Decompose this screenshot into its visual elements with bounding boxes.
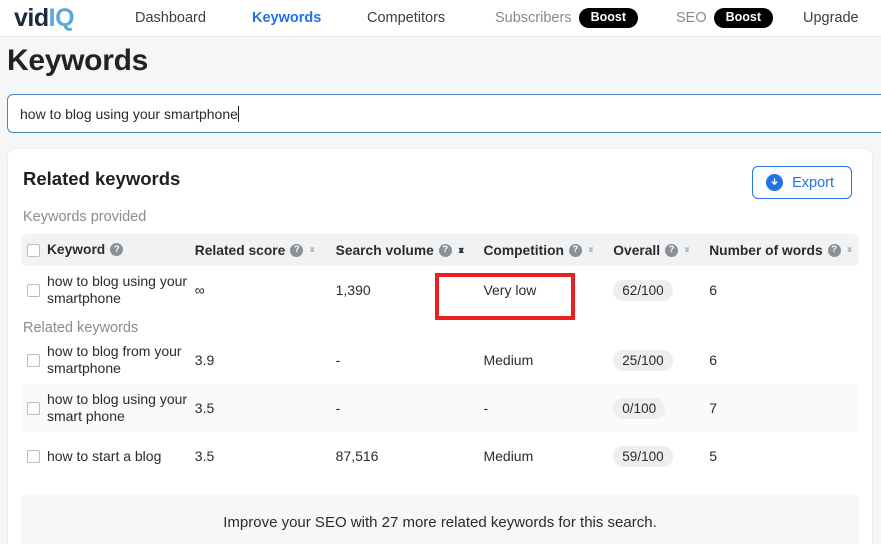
- nav-item-keywords-label: Keywords: [252, 10, 322, 26]
- cell-competition: Very low: [483, 282, 537, 298]
- overall-score-badge: 62/100: [613, 279, 673, 301]
- cell-related-score: 3.5: [194, 400, 215, 416]
- nav-item-dashboard[interactable]: Dashboard: [135, 10, 206, 26]
- cell-related-score: 3.5: [194, 448, 215, 464]
- cell-related-score: ∞: [194, 282, 205, 298]
- help-icon-keyword[interactable]: ?: [110, 243, 124, 257]
- related-keywords-card: Related keywords Export Keywords provide…: [7, 148, 873, 544]
- column-header-overall[interactable]: Overall ? ▲ ▼: [613, 243, 709, 258]
- export-button-label: Export: [792, 174, 834, 191]
- overall-score-badge: 25/100: [613, 349, 673, 371]
- export-button[interactable]: Export: [752, 166, 852, 199]
- column-header-keyword[interactable]: Keyword ?: [47, 242, 195, 259]
- nav-item-seo[interactable]: SEO Boost: [676, 7, 774, 29]
- seo-upsell-text: Improve your SEO with 27 more related ke…: [223, 513, 657, 531]
- logo-text-vid: vid: [14, 3, 49, 32]
- nav-item-seo-label: SEO: [676, 10, 707, 26]
- table-row[interactable]: how to blog from your smartphone 3.9 - M…: [21, 336, 859, 384]
- row-checkbox[interactable]: [27, 283, 41, 297]
- column-header-competition-label: Competition: [483, 242, 564, 258]
- cell-search-volume: 1,390: [335, 282, 371, 298]
- cell-search-volume: 87,516: [335, 448, 379, 464]
- help-icon-competition[interactable]: ?: [568, 243, 582, 257]
- cell-keyword: how to start a blog: [46, 447, 162, 464]
- seo-upsell-banner[interactable]: Improve your SEO with 27 more related ke…: [21, 494, 859, 544]
- row-checkbox[interactable]: [27, 401, 41, 415]
- cell-keyword: how to blog using your smartphone: [46, 273, 188, 306]
- cell-search-volume: -: [335, 352, 341, 368]
- nav-items: Dashboard Keywords Competitors Subscribe…: [96, 0, 881, 36]
- table-header-row: Keyword ? Related score ? ▲ ▼ Search volu…: [21, 234, 859, 266]
- search-input-value: how to blog using your smartphone: [20, 105, 238, 122]
- cell-related-score: 3.9: [194, 352, 215, 368]
- top-navbar: vidIQ Dashboard Keywords Competitors Sub…: [0, 0, 881, 37]
- nav-item-upgrade-label: Upgrade: [803, 10, 859, 26]
- text-caret: [237, 105, 239, 122]
- boost-badge-subscribers[interactable]: Boost: [578, 7, 638, 29]
- cell-search-volume: -: [335, 400, 341, 416]
- related-keywords-table: Keyword ? Related score ? ▲ ▼ Search volu…: [8, 234, 872, 314]
- column-header-overall-label: Overall: [613, 242, 661, 258]
- help-icon-search-volume[interactable]: ?: [438, 243, 452, 257]
- overall-score-badge: 59/100: [613, 445, 673, 467]
- card-header: Related keywords Export: [8, 149, 872, 199]
- logo-text-iq: IQ: [48, 3, 75, 32]
- nav-item-keywords[interactable]: Keywords: [252, 10, 321, 26]
- row-checkbox[interactable]: [27, 353, 41, 367]
- cell-number-of-words: 5: [709, 448, 717, 464]
- column-header-related-score-label: Related score: [194, 242, 286, 258]
- select-all-checkbox[interactable]: [27, 243, 41, 257]
- row-checkbox[interactable]: [27, 449, 41, 463]
- cell-keyword: how to blog from your smartphone: [46, 343, 182, 376]
- overall-score-badge: 0/100: [613, 397, 666, 419]
- column-header-search-volume[interactable]: Search volume ? ▲ ▼: [336, 243, 484, 258]
- section-label-keywords-provided: Keywords provided: [23, 209, 147, 225]
- help-icon-number-of-words[interactable]: ?: [827, 243, 841, 257]
- nav-item-dashboard-label: Dashboard: [135, 10, 206, 26]
- nav-item-competitors-label: Competitors: [367, 10, 446, 26]
- cell-number-of-words: 6: [709, 282, 717, 298]
- vidiq-logo[interactable]: vidIQ: [0, 3, 96, 32]
- table-row[interactable]: how to start a blog 3.5 87,516 Medium 59…: [21, 432, 859, 480]
- row-select-cell: [21, 283, 47, 297]
- nav-item-competitors[interactable]: Competitors: [367, 10, 445, 26]
- cell-competition: -: [483, 400, 489, 416]
- column-header-competition[interactable]: Competition ? ▲ ▼: [483, 243, 613, 258]
- section-label-related-keywords: Related keywords: [23, 320, 139, 336]
- cell-competition: Medium: [483, 352, 534, 368]
- help-icon-related-score[interactable]: ?: [290, 243, 304, 257]
- table-row[interactable]: how to blog using your smart phone 3.5 -…: [21, 384, 859, 432]
- column-header-number-of-words[interactable]: Number of words ? ▲ ▼: [709, 243, 859, 258]
- column-header-related-score[interactable]: Related score ? ▲ ▼: [195, 243, 336, 258]
- cell-overall: 25/100: [613, 349, 709, 371]
- row-select-cell: [21, 353, 47, 367]
- cell-number-of-words: 7: [709, 400, 717, 416]
- table-row[interactable]: how to blog using your smartphone ∞ 1,39…: [21, 266, 859, 314]
- cell-number-of-words: 6: [709, 352, 717, 368]
- cell-overall: 59/100: [613, 445, 709, 467]
- download-icon: [766, 174, 784, 191]
- nav-item-subscribers[interactable]: Subscribers Boost: [495, 7, 638, 29]
- card-title: Related keywords: [23, 168, 181, 189]
- page-title: Keywords: [7, 44, 148, 77]
- help-icon-overall[interactable]: ?: [665, 243, 679, 257]
- cell-overall: 0/100: [613, 397, 709, 419]
- nav-item-subscribers-label: Subscribers: [495, 10, 572, 26]
- nav-item-upgrade[interactable]: Upgrade: [803, 10, 859, 26]
- related-keywords-table-body: how to blog from your smartphone 3.9 - M…: [8, 336, 872, 480]
- cell-competition: Medium: [483, 448, 534, 464]
- column-header-number-of-words-label: Number of words: [709, 242, 823, 258]
- search-input[interactable]: how to blog using your smartphone: [8, 105, 239, 122]
- column-header-keyword-label: Keyword: [46, 241, 106, 257]
- boost-badge-seo[interactable]: Boost: [713, 7, 774, 29]
- column-header-search-volume-label: Search volume: [335, 242, 434, 258]
- cell-keyword: how to blog using your smart phone: [46, 391, 188, 424]
- select-all-cell: [21, 243, 47, 257]
- keyword-search-field[interactable]: how to blog using your smartphone: [7, 94, 881, 133]
- row-select-cell: [21, 449, 47, 463]
- cell-overall: 62/100: [613, 279, 709, 301]
- row-select-cell: [21, 401, 47, 415]
